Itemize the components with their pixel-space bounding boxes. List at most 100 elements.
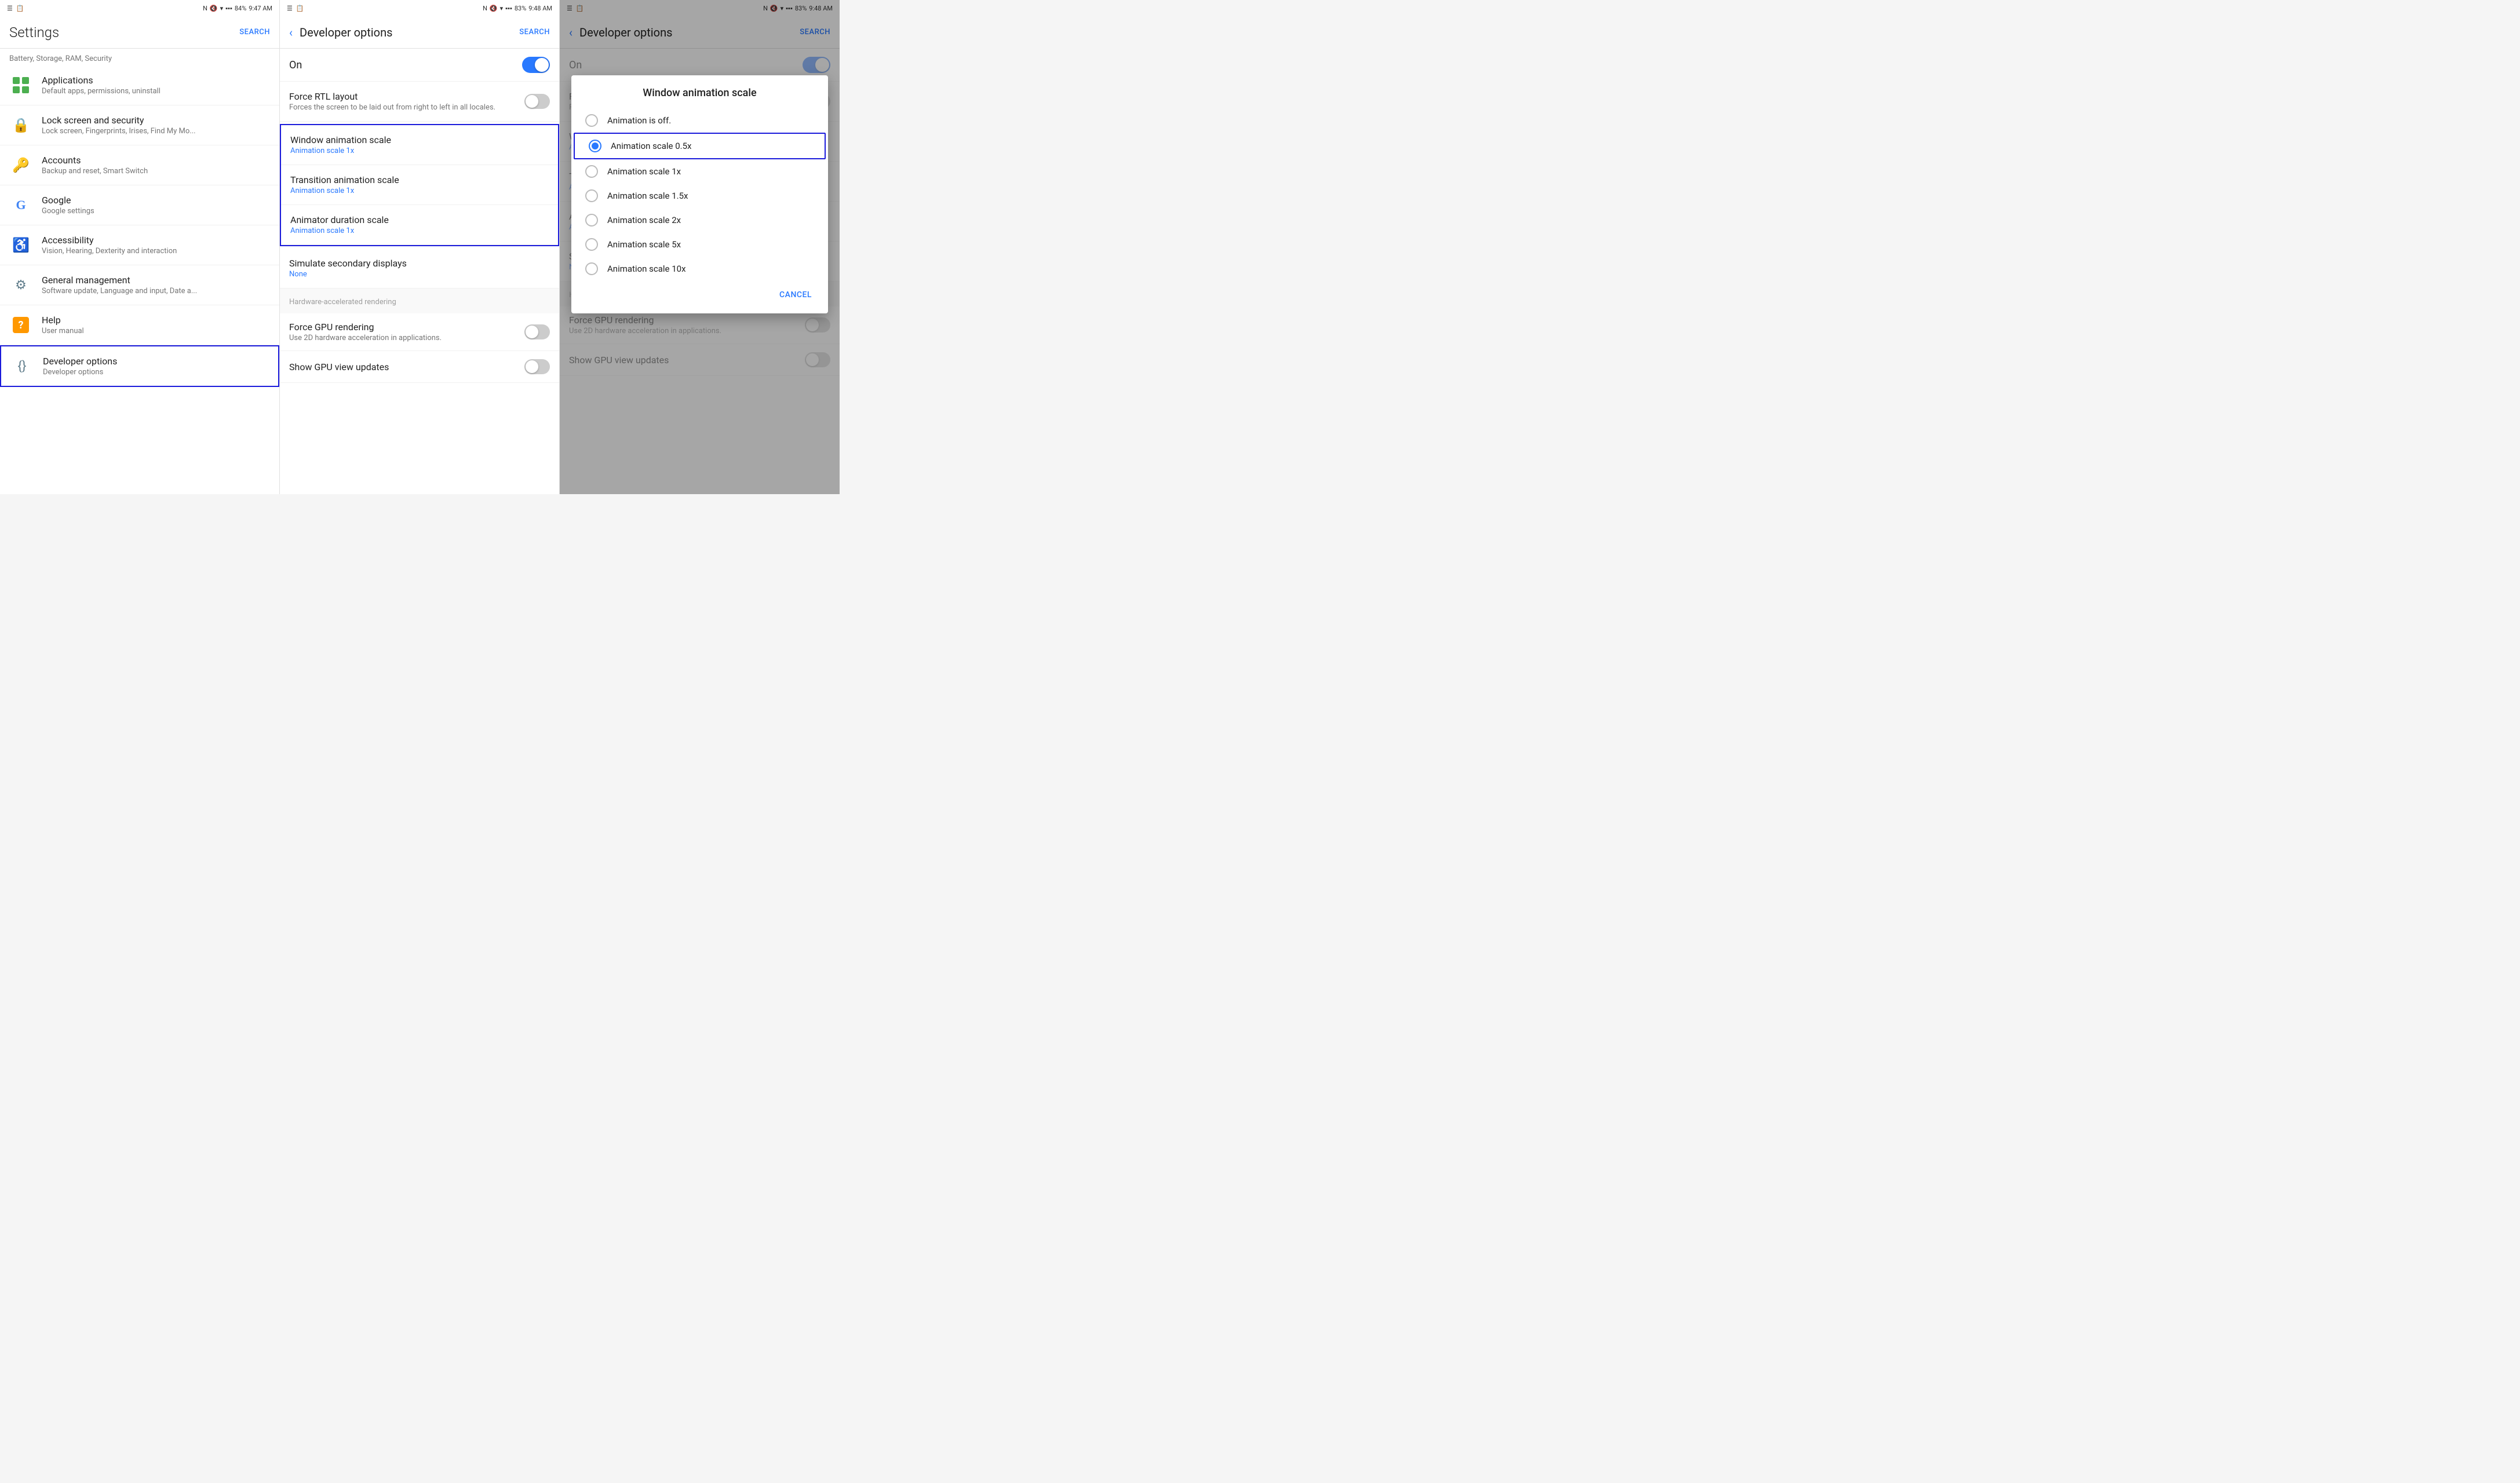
settings-item-accounts[interactable]: 🔑 Accounts Backup and reset, Smart Switc… xyxy=(0,145,279,185)
dialog-option-10x[interactable]: Animation scale 10x xyxy=(571,257,828,281)
radio-0-5x xyxy=(589,140,601,152)
transition-animation-item[interactable]: Transition animation scale Animation sca… xyxy=(281,165,558,205)
dialog-option-2x[interactable]: Animation scale 2x xyxy=(571,208,828,232)
force-rtl-desc: Forces the screen to be laid out from ri… xyxy=(289,103,524,112)
panel2-wifi: ▾ xyxy=(500,5,504,12)
dialog-option-0-5x-label: Animation scale 0.5x xyxy=(611,141,691,151)
animator-duration-item[interactable]: Animator duration scale Animation scale … xyxy=(281,205,558,245)
status-bar-1: ☰ 📋 N 🔇 ▾ ▪▪▪ 84% 9:47 AM xyxy=(0,0,279,16)
help-icon: ? xyxy=(9,313,32,337)
general-management-title: General management xyxy=(42,275,197,286)
settings-item-lock-screen[interactable]: 🔒 Lock screen and security Lock screen, … xyxy=(0,105,279,145)
radio-10x xyxy=(585,262,598,275)
settings-item-google[interactable]: G Google Google settings xyxy=(0,185,279,225)
developer-icon: {} xyxy=(10,355,34,378)
help-subtitle: User manual xyxy=(42,327,84,335)
animator-duration-title: Animator duration scale xyxy=(290,214,549,225)
general-management-subtitle: Software update, Language and input, Dat… xyxy=(42,287,197,295)
dialog-option-1-5x[interactable]: Animation scale 1.5x xyxy=(571,184,828,208)
radio-1x xyxy=(585,165,598,178)
simulate-displays-item[interactable]: Simulate secondary displays None xyxy=(280,249,559,288)
dev-search-button[interactable]: SEARCH xyxy=(519,28,550,36)
cancel-button[interactable]: CANCEL xyxy=(772,286,819,304)
accounts-icon: 🔑 xyxy=(9,154,32,177)
dialog-option-1x[interactable]: Animation scale 1x xyxy=(571,159,828,184)
signal-icon: ▪▪▪ xyxy=(225,5,232,12)
panel2-mute: 🔇 xyxy=(490,5,498,12)
google-subtitle: Google settings xyxy=(42,207,94,215)
lock-screen-subtitle: Lock screen, Fingerprints, Irises, Find … xyxy=(42,127,196,136)
settings-item-general-management[interactable]: ⚙ General management Software update, La… xyxy=(0,265,279,305)
force-gpu-item[interactable]: Force GPU rendering Use 2D hardware acce… xyxy=(280,313,559,351)
dialog-option-2x-label: Animation scale 2x xyxy=(607,215,681,225)
dialog-actions: CANCEL xyxy=(571,281,828,313)
radio-1-5x xyxy=(585,189,598,202)
developer-options-subtitle: Developer options xyxy=(43,368,117,377)
dialog-title: Window animation scale xyxy=(571,75,828,108)
wifi-icon: ▾ xyxy=(220,5,224,12)
dev-options-toggle-label: On xyxy=(289,59,522,71)
status-bar-2-left: ☰ 📋 xyxy=(287,5,304,12)
settings-list: Applications Default apps, permissions, … xyxy=(0,65,279,494)
force-rtl-item[interactable]: Force RTL layout Forces the screen to be… xyxy=(280,82,559,122)
force-rtl-toggle[interactable] xyxy=(524,94,550,109)
accessibility-title: Accessibility xyxy=(42,235,177,246)
animation-scale-dialog: Window animation scale Animation is off.… xyxy=(571,75,828,313)
dialog-option-off[interactable]: Animation is off. xyxy=(571,108,828,133)
notification-icon: ☰ xyxy=(7,5,13,12)
panel2-nfc: N xyxy=(483,5,487,12)
settings-item-developer-options[interactable]: {} Developer options Developer options xyxy=(0,345,279,387)
show-gpu-item[interactable]: Show GPU view updates xyxy=(280,351,559,383)
settings-item-applications[interactable]: Applications Default apps, permissions, … xyxy=(0,65,279,105)
google-title: Google xyxy=(42,195,94,206)
dialog-option-5x[interactable]: Animation scale 5x xyxy=(571,232,828,257)
dev-options-toggle[interactable] xyxy=(522,57,550,73)
accounts-subtitle: Backup and reset, Smart Switch xyxy=(42,167,148,176)
hardware-rendering-header: Hardware-accelerated rendering xyxy=(280,288,559,313)
panel2-battery: 83% xyxy=(515,5,526,12)
dialog-option-off-label: Animation is off. xyxy=(607,115,671,126)
window-animation-subtitle: Animation scale 1x xyxy=(290,147,549,155)
hardware-rendering-text: Hardware-accelerated rendering xyxy=(289,298,396,306)
panel2-clip-icon: 📋 xyxy=(296,5,304,12)
show-gpu-toggle[interactable] xyxy=(524,359,550,374)
force-gpu-toggle[interactable] xyxy=(524,324,550,339)
dialog-option-1-5x-label: Animation scale 1.5x xyxy=(607,191,688,201)
lock-screen-title: Lock screen and security xyxy=(42,115,196,126)
settings-item-help[interactable]: ? Help User manual xyxy=(0,305,279,345)
clipboard-icon: 📋 xyxy=(16,5,24,12)
panel2-notif-icon: ☰ xyxy=(287,5,293,12)
settings-item-accessibility[interactable]: ♿ Accessibility Vision, Hearing, Dexteri… xyxy=(0,225,279,265)
status-bar-left: ☰ 📋 xyxy=(7,5,24,12)
accounts-title: Accounts xyxy=(42,155,148,166)
developer-options-title: Developer options xyxy=(300,25,519,39)
transition-animation-title: Transition animation scale xyxy=(290,174,549,185)
dialog-option-10x-label: Animation scale 10x xyxy=(607,264,686,274)
google-icon: G xyxy=(9,193,32,217)
window-animation-item[interactable]: Window animation scale Animation scale 1… xyxy=(281,125,558,165)
dialog-option-0-5x[interactable]: Animation scale 0.5x xyxy=(574,133,826,159)
developer-options-header: ‹ Developer options SEARCH xyxy=(280,16,559,49)
force-gpu-title: Force GPU rendering xyxy=(289,322,524,333)
help-title: Help xyxy=(42,315,84,326)
settings-title: Settings xyxy=(9,24,239,41)
back-button[interactable]: ‹ xyxy=(289,25,293,39)
status-bar-right: N 🔇 ▾ ▪▪▪ 84% 9:47 AM xyxy=(203,5,272,12)
gear-icon: ⚙ xyxy=(9,273,32,297)
simulate-displays-subtitle: None xyxy=(289,270,550,279)
dialog-option-1x-label: Animation scale 1x xyxy=(607,166,681,177)
applications-subtitle: Default apps, permissions, uninstall xyxy=(42,87,161,96)
apps-icon xyxy=(9,74,32,97)
battery-text: 84% xyxy=(235,5,246,12)
search-button[interactable]: SEARCH xyxy=(239,28,270,36)
developer-options-panel: ☰ 📋 N 🔇 ▾ ▪▪▪ 83% 9:48 AM ‹ Developer op… xyxy=(280,0,560,494)
radio-0-5x-inner xyxy=(592,143,599,149)
show-gpu-title: Show GPU view updates xyxy=(289,361,524,372)
transition-animation-subtitle: Animation scale 1x xyxy=(290,187,549,195)
force-gpu-desc: Use 2D hardware acceleration in applicat… xyxy=(289,334,524,342)
accessibility-subtitle: Vision, Hearing, Dexterity and interacti… xyxy=(42,247,177,255)
applications-title: Applications xyxy=(42,75,161,86)
developer-options-dialog-panel: ☰ 📋 N 🔇 ▾ ▪▪▪ 83% 9:48 AM ‹ Developer op… xyxy=(560,0,840,494)
developer-options-title: Developer options xyxy=(43,356,117,367)
time-text: 9:47 AM xyxy=(249,5,272,12)
